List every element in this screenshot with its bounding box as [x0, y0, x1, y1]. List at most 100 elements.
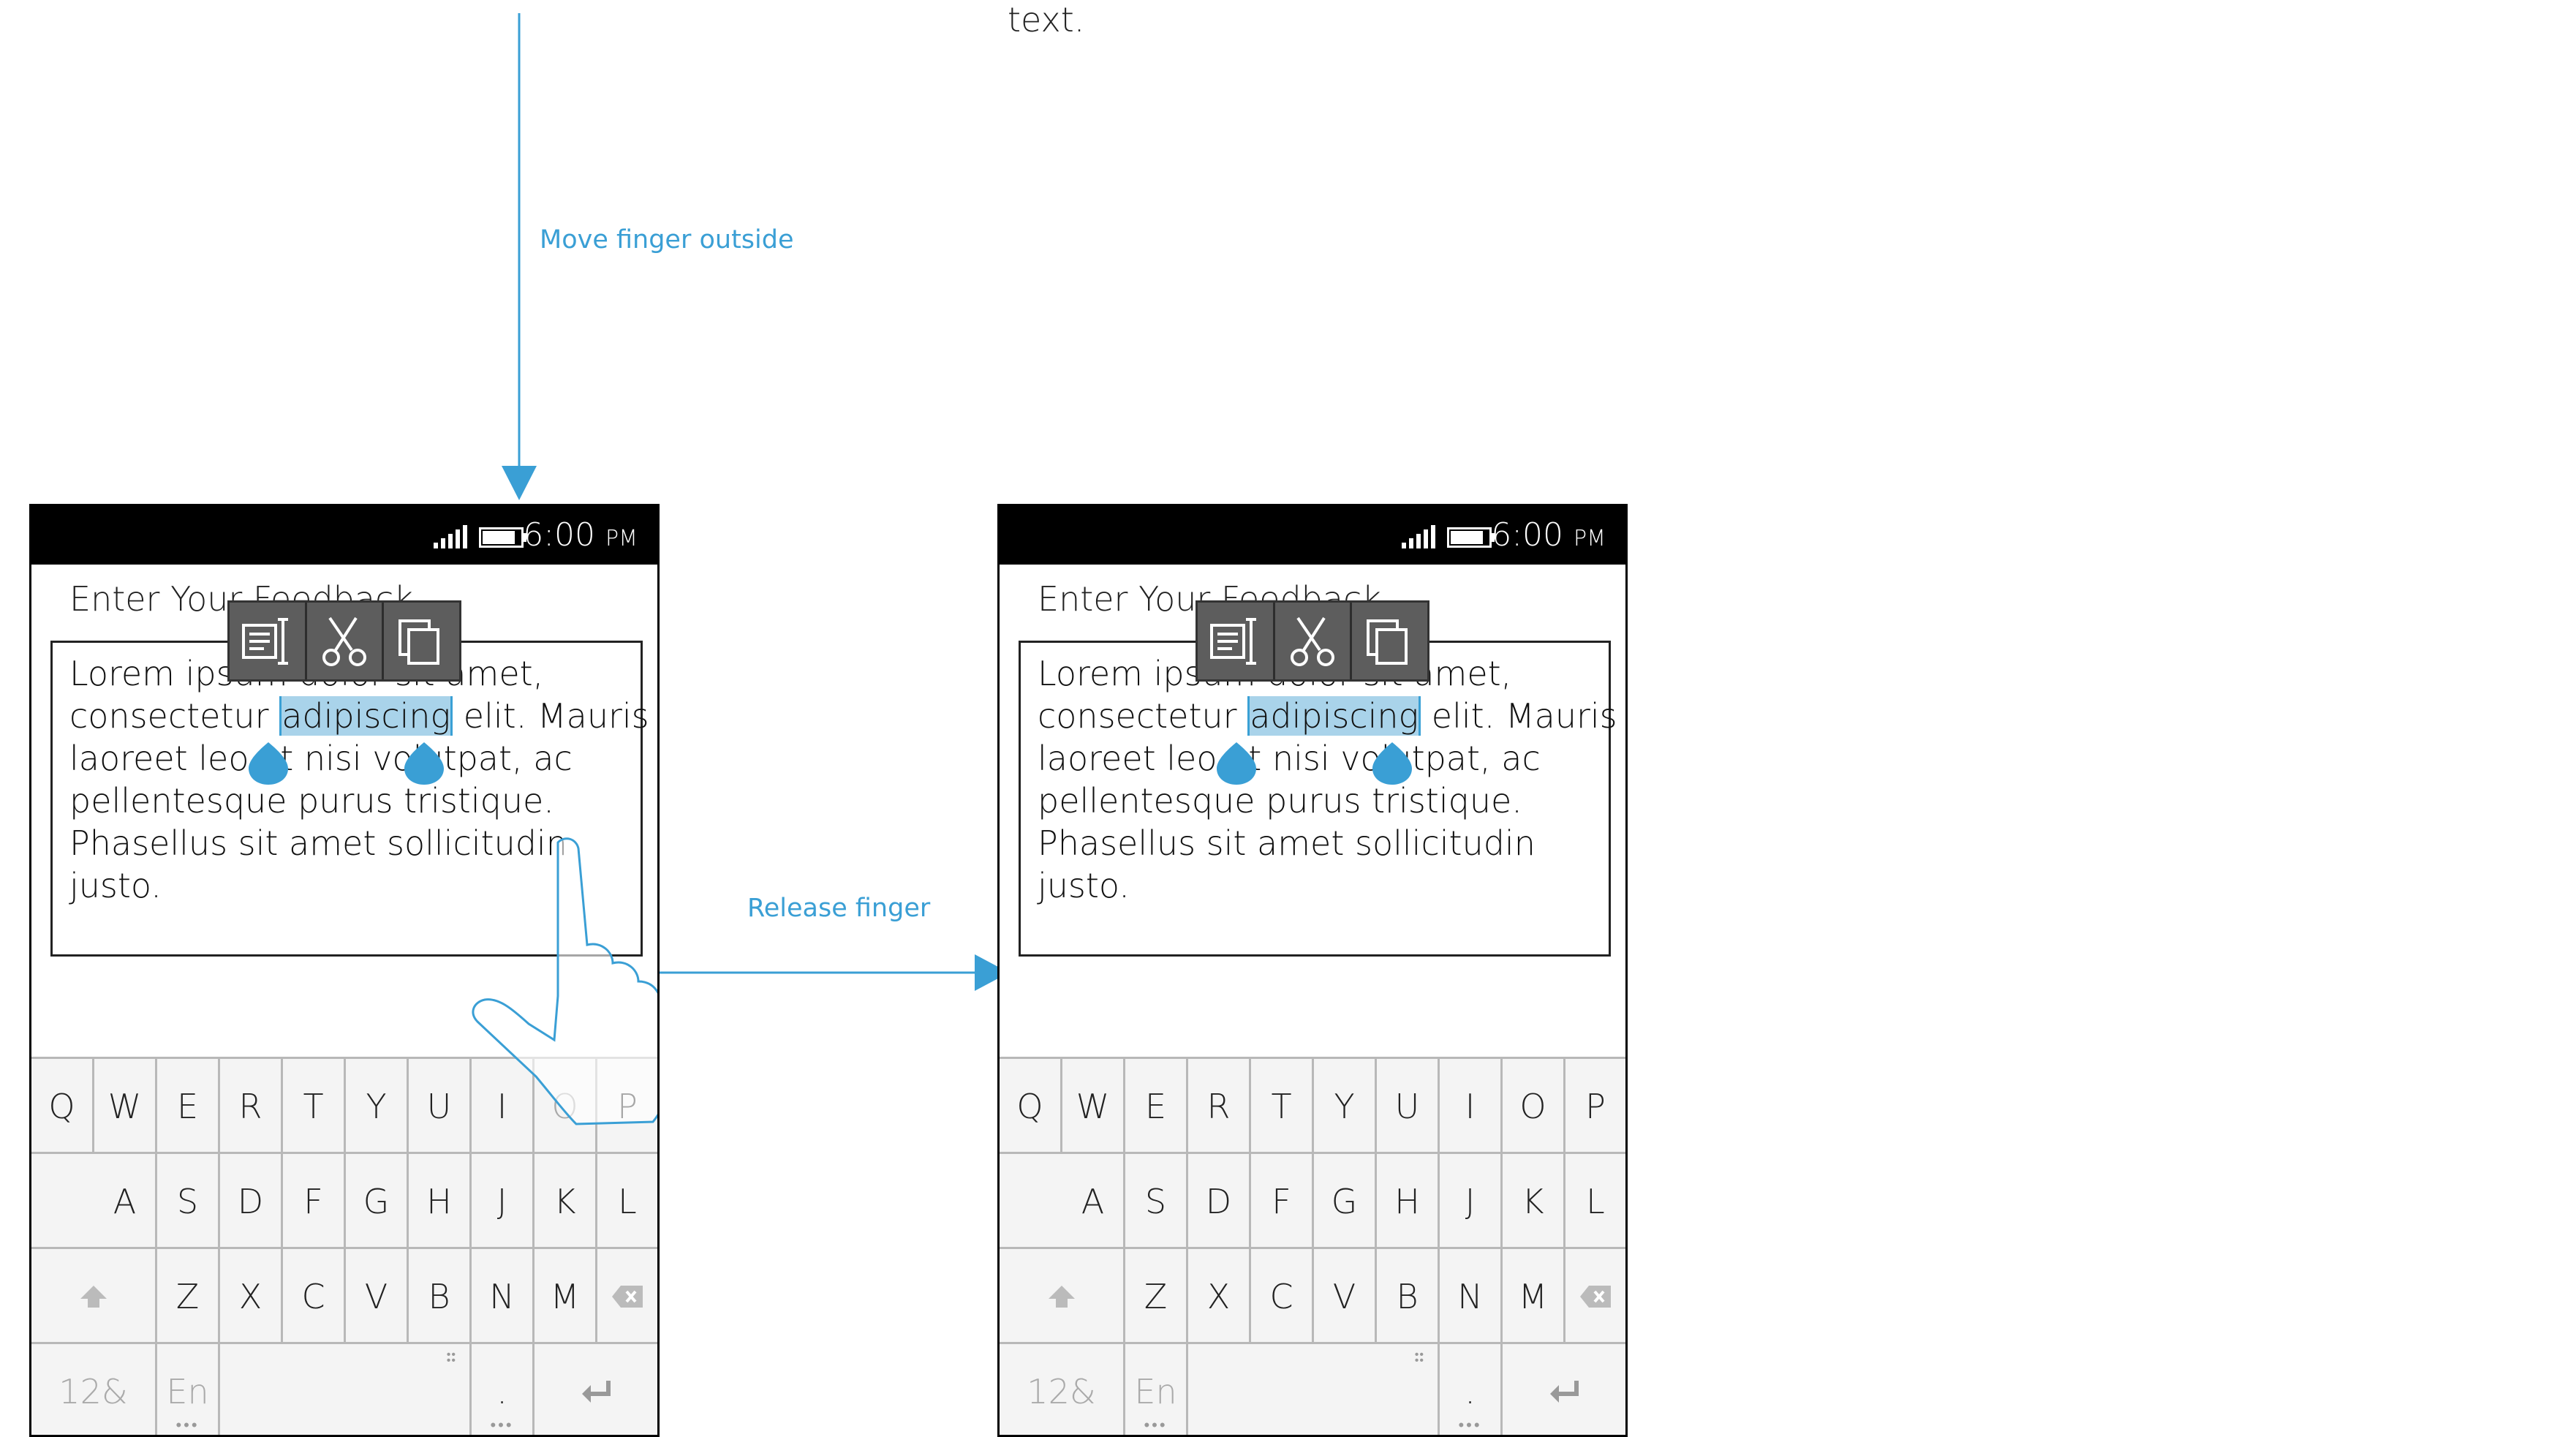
- enter-key[interactable]: [1503, 1344, 1625, 1435]
- key-t[interactable]: T: [283, 1059, 346, 1154]
- key-w[interactable]: W: [94, 1059, 157, 1154]
- key-o[interactable]: O: [1503, 1059, 1565, 1154]
- key-z[interactable]: Z: [1125, 1249, 1188, 1344]
- key-v[interactable]: V: [1314, 1249, 1377, 1344]
- key-j[interactable]: J: [472, 1154, 535, 1249]
- key-l[interactable]: L: [597, 1154, 657, 1249]
- selection-end-handle[interactable]: [1372, 726, 1412, 785]
- keyboard: Q W E R T Y U I O P A S D F G H J K L: [1000, 1057, 1625, 1435]
- key-g[interactable]: G: [1314, 1154, 1377, 1249]
- selection-start-handle[interactable]: [249, 726, 288, 785]
- cut-button[interactable]: [307, 603, 385, 679]
- key-q[interactable]: Q: [1000, 1059, 1062, 1154]
- key-c[interactable]: C: [283, 1249, 346, 1344]
- battery-icon: [1447, 527, 1495, 548]
- key-t[interactable]: T: [1251, 1059, 1314, 1154]
- key-b[interactable]: B: [409, 1249, 472, 1344]
- key-z[interactable]: Z: [157, 1249, 220, 1344]
- key-i[interactable]: I: [1440, 1059, 1503, 1154]
- key-y[interactable]: Y: [346, 1059, 409, 1154]
- key-h[interactable]: H: [1377, 1154, 1440, 1249]
- key-g[interactable]: G: [346, 1154, 409, 1249]
- keyboard-row-3: Z X C V B N M: [31, 1247, 657, 1344]
- key-j[interactable]: J: [1440, 1154, 1503, 1249]
- copy-button[interactable]: [384, 603, 459, 679]
- copy-button[interactable]: [1352, 603, 1427, 679]
- shift-key[interactable]: [1000, 1249, 1125, 1344]
- text-line: pellentesque purus tristique.: [1038, 781, 1522, 821]
- period-key[interactable]: . •••: [1440, 1344, 1503, 1435]
- key-n[interactable]: N: [472, 1249, 535, 1344]
- key-k[interactable]: K: [535, 1154, 597, 1249]
- enter-icon: [1550, 1381, 1579, 1403]
- text-selection-toolbar: [1196, 600, 1429, 682]
- key-v[interactable]: V: [346, 1249, 409, 1344]
- key-y[interactable]: Y: [1314, 1059, 1377, 1154]
- key-h[interactable]: H: [409, 1154, 472, 1249]
- selection-start-handle[interactable]: [1217, 726, 1256, 785]
- keyboard-row-2: A S D F G H J K L: [1000, 1152, 1625, 1249]
- key-b[interactable]: B: [1377, 1249, 1440, 1344]
- key-e[interactable]: E: [1125, 1059, 1188, 1154]
- key-m[interactable]: M: [535, 1249, 597, 1344]
- key-padding: [31, 1154, 94, 1249]
- key-q[interactable]: Q: [31, 1059, 94, 1154]
- key-r[interactable]: R: [220, 1059, 283, 1154]
- key-d[interactable]: D: [220, 1154, 283, 1249]
- period-key[interactable]: . •••: [472, 1344, 535, 1435]
- shift-icon: [1048, 1286, 1075, 1308]
- key-x[interactable]: X: [1188, 1249, 1251, 1344]
- key-r[interactable]: R: [1188, 1059, 1251, 1154]
- text-line: consectetur adipiscing elit. Mauris: [1038, 696, 1617, 736]
- space-key[interactable]: •• ••: [1188, 1344, 1440, 1435]
- key-a[interactable]: A: [1062, 1154, 1125, 1249]
- release-finger-label: Release finger: [747, 894, 931, 923]
- battery-icon: [479, 527, 526, 548]
- cut-button[interactable]: [1275, 603, 1353, 679]
- down-arrow-head: [502, 466, 537, 500]
- key-u[interactable]: U: [1377, 1059, 1440, 1154]
- key-l[interactable]: L: [1565, 1154, 1625, 1249]
- status-bar: 6:00 PM: [1000, 506, 1625, 565]
- select-all-icon: [242, 617, 289, 665]
- text-selection-toolbar: [227, 600, 461, 682]
- key-a[interactable]: A: [94, 1154, 157, 1249]
- shift-icon: [80, 1286, 107, 1308]
- symbols-key[interactable]: 12&: [1000, 1344, 1125, 1435]
- shift-key[interactable]: [31, 1249, 157, 1344]
- key-m[interactable]: M: [1503, 1249, 1565, 1344]
- keyboard-row-2: A S D F G H J K L: [31, 1152, 657, 1249]
- key-p[interactable]: P: [1565, 1059, 1625, 1154]
- copy-icon: [1366, 619, 1408, 665]
- move-finger-label: Move finger outside: [540, 225, 794, 254]
- select-all-button[interactable]: [1198, 603, 1275, 679]
- key-s[interactable]: S: [157, 1154, 220, 1249]
- space-key[interactable]: •• ••: [220, 1344, 472, 1435]
- keyboard-row-4: 12& En ••• •• •• . •••: [31, 1342, 657, 1435]
- key-c[interactable]: C: [1251, 1249, 1314, 1344]
- key-k[interactable]: K: [1503, 1154, 1565, 1249]
- status-time: 6:00 PM: [1491, 516, 1606, 554]
- backspace-key[interactable]: [597, 1249, 657, 1344]
- enter-icon: [582, 1381, 611, 1403]
- select-all-icon: [1210, 617, 1257, 665]
- key-n[interactable]: N: [1440, 1249, 1503, 1344]
- key-x[interactable]: X: [220, 1249, 283, 1344]
- key-s[interactable]: S: [1125, 1154, 1188, 1249]
- key-f[interactable]: F: [283, 1154, 346, 1249]
- signal-icon: [1402, 525, 1435, 548]
- status-time: 6:00 PM: [523, 516, 638, 554]
- symbols-key[interactable]: 12&: [31, 1344, 157, 1435]
- key-e[interactable]: E: [157, 1059, 220, 1154]
- language-key[interactable]: En •••: [1125, 1344, 1188, 1435]
- text-line: laoreet leo at nisi volutpat, ac: [1038, 739, 1541, 778]
- key-f[interactable]: F: [1251, 1154, 1314, 1249]
- key-d[interactable]: D: [1188, 1154, 1251, 1249]
- select-all-button[interactable]: [230, 603, 307, 679]
- enter-key[interactable]: [535, 1344, 657, 1435]
- key-w[interactable]: W: [1062, 1059, 1125, 1154]
- selection-end-handle[interactable]: [404, 726, 444, 785]
- phone-screen-after: 6:00 PM Enter Your Feedback Lorem ipsum …: [997, 504, 1628, 1437]
- backspace-key[interactable]: [1565, 1249, 1625, 1344]
- language-key[interactable]: En •••: [157, 1344, 220, 1435]
